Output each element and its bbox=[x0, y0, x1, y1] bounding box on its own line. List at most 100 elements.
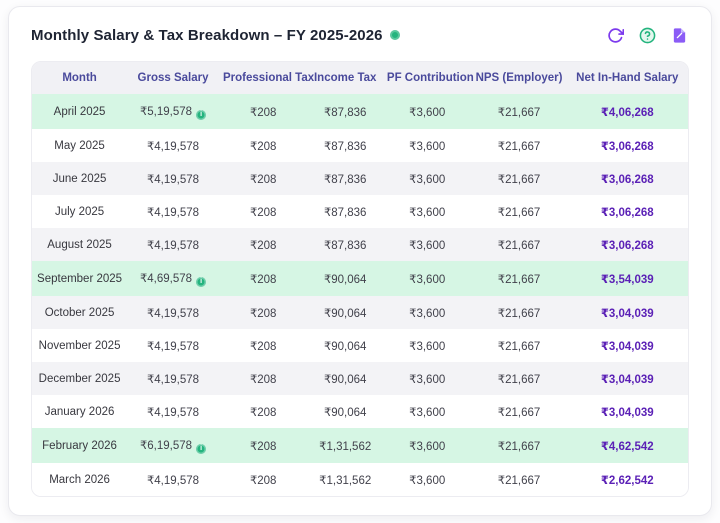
bonus-info-icon[interactable]: i bbox=[196, 444, 206, 454]
professional-tax-cell: ₹208 bbox=[219, 395, 308, 428]
month-cell: February 2026 bbox=[32, 428, 127, 463]
net-in-hand-cell: ₹3,04,039 bbox=[567, 296, 688, 329]
salary-breakdown-card: Monthly Salary & Tax Breakdown – FY 2025… bbox=[8, 6, 712, 516]
table-row: March 2026₹4,19,578₹208₹1,31,562₹3,600₹2… bbox=[32, 463, 688, 496]
professional-tax-cell: ₹208 bbox=[219, 296, 308, 329]
refresh-icon bbox=[607, 27, 624, 44]
net-in-hand-cell: ₹3,04,039 bbox=[567, 362, 688, 395]
net-in-hand-cell: ₹3,04,039 bbox=[567, 329, 688, 362]
nps-employer-cell: ₹21,667 bbox=[471, 329, 566, 362]
nps-employer-cell: ₹21,667 bbox=[471, 261, 566, 296]
gross-cell: ₹4,19,578 bbox=[127, 296, 219, 329]
bonus-info-icon[interactable]: i bbox=[196, 277, 206, 287]
report-document-icon bbox=[671, 27, 688, 44]
income-tax-cell: ₹90,064 bbox=[307, 362, 382, 395]
pf-contribution-cell: ₹3,600 bbox=[383, 296, 472, 329]
table-row: February 2026₹6,19,578i₹208₹1,31,562₹3,6… bbox=[32, 428, 688, 463]
professional-tax-cell: ₹208 bbox=[219, 362, 308, 395]
income-tax-cell: ₹87,836 bbox=[307, 228, 382, 261]
month-cell: August 2025 bbox=[32, 228, 127, 261]
net-in-hand-cell: ₹3,54,039 bbox=[567, 261, 688, 296]
income-tax-cell: ₹90,064 bbox=[307, 296, 382, 329]
pf-contribution-cell: ₹3,600 bbox=[383, 129, 472, 162]
help-button[interactable] bbox=[637, 25, 657, 45]
income-tax-cell: ₹90,064 bbox=[307, 261, 382, 296]
table-row: April 2025₹5,19,578i₹208₹87,836₹3,600₹21… bbox=[32, 94, 688, 129]
pf-contribution-cell: ₹3,600 bbox=[383, 362, 472, 395]
pf-contribution-cell: ₹3,600 bbox=[383, 463, 472, 496]
net-in-hand-cell: ₹3,06,268 bbox=[567, 129, 688, 162]
column-header: NPS (Employer) bbox=[471, 62, 566, 94]
table-row: January 2026₹4,19,578₹208₹90,064₹3,600₹2… bbox=[32, 395, 688, 428]
professional-tax-cell: ₹208 bbox=[219, 162, 308, 195]
column-header: PF Contribution bbox=[383, 62, 472, 94]
gross-cell: ₹4,19,578 bbox=[127, 162, 219, 195]
professional-tax-cell: ₹208 bbox=[219, 195, 308, 228]
professional-tax-cell: ₹208 bbox=[219, 463, 308, 496]
table-row: December 2025₹4,19,578₹208₹90,064₹3,600 ₹… bbox=[32, 362, 688, 395]
help-icon bbox=[639, 27, 656, 44]
income-tax-cell: ₹90,064 bbox=[307, 395, 382, 428]
status-dot-icon bbox=[390, 30, 400, 40]
month-cell: December 2025 bbox=[32, 362, 127, 395]
card-header: Monthly Salary & Tax Breakdown – FY 2025… bbox=[31, 25, 689, 45]
table-row: May 2025₹4,19,578₹208₹87,836₹3,600₹21,66… bbox=[32, 129, 688, 162]
salary-table-container: MonthGross SalaryProfessional TaxIncome … bbox=[31, 61, 689, 497]
gross-cell: ₹4,19,578 bbox=[127, 329, 219, 362]
salary-table-body: April 2025₹5,19,578i₹208₹87,836₹3,600₹21… bbox=[32, 94, 688, 496]
income-tax-cell: ₹87,836 bbox=[307, 94, 382, 129]
month-cell: October 2025 bbox=[32, 296, 127, 329]
table-row: October 2025₹4,19,578₹208₹90,064₹3,600₹2… bbox=[32, 296, 688, 329]
month-cell: January 2026 bbox=[32, 395, 127, 428]
table-row: August 2025₹4,19,578₹208₹87,836₹3,600₹21… bbox=[32, 228, 688, 261]
income-tax-cell: ₹87,836 bbox=[307, 195, 382, 228]
net-in-hand-cell: ₹2,62,542 bbox=[567, 463, 688, 496]
pf-contribution-cell: ₹3,600 bbox=[383, 195, 472, 228]
page-title: Monthly Salary & Tax Breakdown – FY 2025… bbox=[31, 27, 383, 44]
table-row: September 2025₹4,69,578i₹208₹90,064₹3,60… bbox=[32, 261, 688, 296]
pf-contribution-cell: ₹3,600 bbox=[383, 94, 472, 129]
table-row: November 2025₹4,19,578₹208₹90,064₹3,600₹… bbox=[32, 329, 688, 362]
refresh-button[interactable] bbox=[605, 25, 625, 45]
nps-employer-cell: ₹21,667 bbox=[471, 428, 566, 463]
net-in-hand-cell: ₹3,06,268 bbox=[567, 228, 688, 261]
gross-cell: ₹4,19,578 bbox=[127, 195, 219, 228]
professional-tax-cell: ₹208 bbox=[219, 129, 308, 162]
month-cell: November 2025 bbox=[32, 329, 127, 362]
nps-employer-cell: ₹21,667 bbox=[471, 296, 566, 329]
gross-cell: ₹4,19,578 bbox=[127, 362, 219, 395]
nps-employer-cell: ₹21,667 bbox=[471, 195, 566, 228]
month-cell: July 2025 bbox=[32, 195, 127, 228]
income-tax-cell: ₹87,836 bbox=[307, 129, 382, 162]
report-button[interactable] bbox=[669, 25, 689, 45]
net-in-hand-cell: ₹3,06,268 bbox=[567, 195, 688, 228]
gross-cell: ₹4,19,578 bbox=[127, 463, 219, 496]
month-cell: March 2026 bbox=[32, 463, 127, 496]
column-header: Income Tax bbox=[307, 62, 382, 94]
column-header: Net In-Hand Salary bbox=[567, 62, 688, 94]
gross-cell: ₹4,19,578 bbox=[127, 395, 219, 428]
professional-tax-cell: ₹208 bbox=[219, 228, 308, 261]
month-cell: May 2025 bbox=[32, 129, 127, 162]
income-tax-cell: ₹1,31,562 bbox=[307, 463, 382, 496]
table-header: MonthGross SalaryProfessional TaxIncome … bbox=[32, 62, 688, 94]
toolbar bbox=[605, 25, 689, 45]
gross-cell: ₹5,19,578i bbox=[127, 94, 219, 129]
table-row: July 2025₹4,19,578₹208₹87,836₹3,600₹21,6… bbox=[32, 195, 688, 228]
month-cell: September 2025 bbox=[32, 261, 127, 296]
gross-cell: ₹6,19,578i bbox=[127, 428, 219, 463]
income-tax-cell: ₹90,064 bbox=[307, 329, 382, 362]
pf-contribution-cell: ₹3,600 bbox=[383, 228, 472, 261]
professional-tax-cell: ₹208 bbox=[219, 329, 308, 362]
net-in-hand-cell: ₹3,04,039 bbox=[567, 395, 688, 428]
pf-contribution-cell: ₹3,600 bbox=[383, 395, 472, 428]
month-cell: April 2025 bbox=[32, 94, 127, 129]
nps-employer-cell: ₹21,667 bbox=[471, 463, 566, 496]
income-tax-cell: ₹1,31,562 bbox=[307, 428, 382, 463]
pf-contribution-cell: ₹3,600 bbox=[383, 329, 472, 362]
bonus-info-icon[interactable]: i bbox=[196, 110, 206, 120]
gross-cell: ₹4,19,578 bbox=[127, 129, 219, 162]
professional-tax-cell: ₹208 bbox=[219, 261, 308, 296]
net-in-hand-cell: ₹4,62,542 bbox=[567, 428, 688, 463]
nps-employer-cell: ₹21,667 bbox=[471, 162, 566, 195]
